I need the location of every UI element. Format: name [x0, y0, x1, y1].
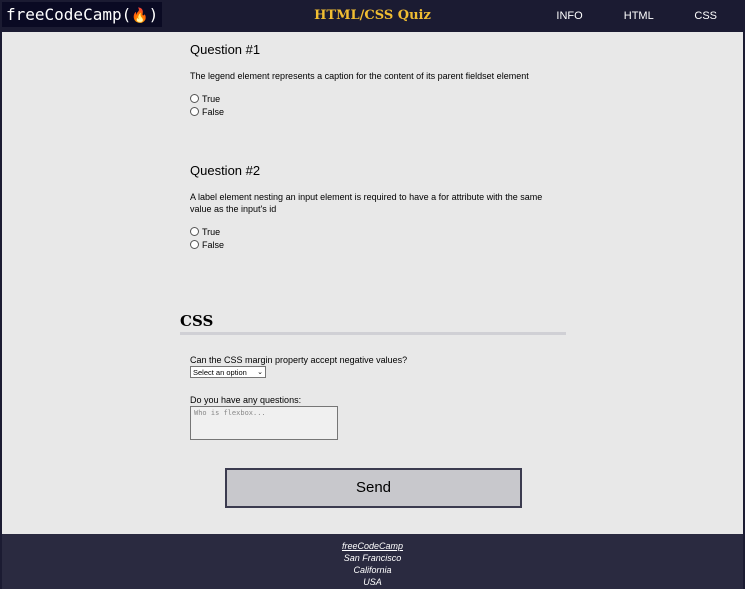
chevron-down-icon: ⌄ [257, 369, 263, 376]
question-heading: Question #1 [190, 42, 261, 57]
radio-button[interactable] [190, 240, 199, 249]
radio-button[interactable] [190, 94, 199, 103]
answer-option[interactable]: True [190, 92, 560, 105]
send-button[interactable]: Send [225, 468, 522, 508]
footer: freeCodeCamp San Francisco California US… [0, 534, 745, 589]
question-1: Question #1 The legend element represent… [190, 42, 560, 118]
margin-select[interactable]: Select an option ⌄ [190, 366, 266, 378]
nav-link-info[interactable]: INFO [556, 10, 582, 22]
margin-question-label: Can the CSS margin property accept negat… [190, 355, 408, 365]
footer-state: California [353, 565, 392, 575]
answer-option[interactable]: False [190, 105, 560, 118]
question-text: The legend element represents a caption … [190, 71, 529, 81]
question-text: A label element nesting an input element… [190, 192, 543, 214]
nav-link-html[interactable]: HTML [624, 10, 654, 22]
navbar: freeCodeCamp(🔥) HTML/CSS Quiz INFO HTML … [0, 0, 745, 32]
footer-city: San Francisco [343, 553, 402, 563]
nav-link-css[interactable]: CSS [694, 10, 717, 22]
footer-country: USA [363, 577, 382, 587]
section-heading-css: CSS [180, 312, 566, 335]
footer-link[interactable]: freeCodeCamp [0, 540, 745, 552]
answer-option[interactable]: False [190, 238, 560, 251]
nav-links: INFO HTML CSS [518, 10, 717, 22]
answer-list: True False [190, 92, 560, 118]
questions-textarea[interactable]: Who is flexbox... [190, 406, 338, 440]
radio-button[interactable] [190, 227, 199, 236]
question-heading: Question #2 [190, 163, 261, 178]
questions-label: Do you have any questions: [190, 395, 302, 405]
question-2: Question #2 A label element nesting an i… [190, 163, 560, 251]
radio-button[interactable] [190, 107, 199, 116]
answer-option[interactable]: True [190, 225, 560, 238]
answer-list: True False [190, 225, 560, 251]
